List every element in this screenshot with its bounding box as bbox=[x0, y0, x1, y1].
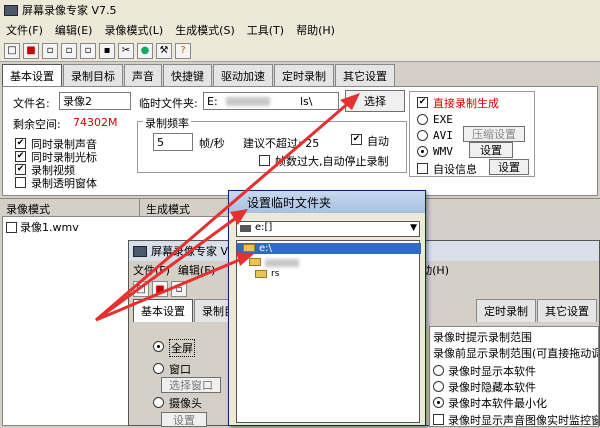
tempdir-input[interactable]: E: ls\ bbox=[203, 92, 339, 110]
pause-icon[interactable]: ▫ bbox=[171, 281, 187, 297]
app-icon bbox=[133, 245, 147, 257]
menu-help[interactable]: 帮助(H) bbox=[290, 22, 341, 38]
tab-scheduled[interactable]: 定时录制 bbox=[274, 64, 334, 86]
menu-file[interactable]: 文件(F) bbox=[133, 262, 170, 278]
minimize-software-radio[interactable] bbox=[433, 397, 444, 408]
folder-item-selected[interactable]: e:\ bbox=[237, 243, 421, 254]
filename-label: 文件名: bbox=[13, 97, 50, 110]
wmv-radio[interactable] bbox=[417, 146, 428, 157]
new-icon[interactable]: □ bbox=[133, 281, 149, 297]
wmv-settings-button[interactable]: 设置 bbox=[469, 142, 513, 158]
record-transparent-checkbox[interactable] bbox=[15, 177, 26, 188]
frame-rate-unit: 帧/秒 bbox=[199, 137, 225, 150]
redacted-path bbox=[226, 97, 270, 106]
dialog-title: 设置临时文件夹 bbox=[229, 191, 425, 213]
menu-record-mode[interactable]: 录像模式(L) bbox=[98, 22, 169, 38]
pause-icon[interactable]: ▫ bbox=[42, 42, 58, 59]
hide-software-radio[interactable] bbox=[433, 381, 444, 392]
stop-icon[interactable]: ▫ bbox=[61, 42, 77, 59]
settings-tabs: 基本设置 录制目标 声音 快捷键 驱动加速 定时录制 其它设置 bbox=[2, 64, 396, 86]
set-temp-folder-dialog: 设置临时文件夹 e:[] ▼ e:\ rs bbox=[228, 190, 426, 426]
menu-edit[interactable]: 编辑(E) bbox=[178, 262, 216, 278]
menu-tools[interactable]: 工具(T) bbox=[241, 22, 290, 38]
camera-icon[interactable]: ▪ bbox=[99, 42, 115, 59]
chevron-down-icon[interactable]: ▼ bbox=[410, 223, 417, 233]
compress-settings-button[interactable]: 压缩设置 bbox=[463, 126, 525, 142]
menu-bar: 文件(F) 编辑(E) 录像模式(L) 生成模式(S) 工具(T) 帮助(H) bbox=[0, 20, 600, 40]
camera-settings-button[interactable]: 设置 bbox=[161, 412, 207, 427]
redacted-folder-name bbox=[265, 259, 299, 267]
folder-item[interactable]: rs bbox=[271, 269, 279, 279]
tab-other[interactable]: 其它设置 bbox=[537, 299, 597, 322]
frame-rate-suggest: 建议不超过: 25 bbox=[243, 137, 320, 150]
monitor-window-checkbox[interactable] bbox=[433, 414, 444, 425]
list-item[interactable]: 录像1.wmv bbox=[3, 217, 231, 237]
tools-icon[interactable]: ⚒ bbox=[156, 42, 172, 59]
choose-window-button[interactable]: 选择窗口 bbox=[161, 377, 221, 393]
toolbar: □ ■ ▫ ▫ ▫ ▪ ✂ ● ⚒ ? bbox=[0, 40, 600, 62]
record-icon[interactable]: ■ bbox=[23, 42, 39, 59]
custom-info-settings-button[interactable]: 设置 bbox=[489, 159, 529, 175]
direct-generate-checkbox[interactable]: ✔ bbox=[417, 97, 428, 108]
tab-other[interactable]: 其它设置 bbox=[335, 64, 395, 86]
free-space-value: 74302M bbox=[73, 116, 118, 129]
record-video-checkbox[interactable]: ✔ bbox=[15, 164, 26, 175]
record-audio-checkbox[interactable]: ✔ bbox=[15, 138, 26, 149]
tab-basic[interactable]: 基本设置 bbox=[2, 64, 62, 86]
auto-stop-checkbox[interactable] bbox=[259, 155, 270, 166]
tab-hotkeys[interactable]: 快捷键 bbox=[163, 64, 212, 86]
camera-radio[interactable] bbox=[153, 397, 164, 408]
new-icon[interactable]: □ bbox=[4, 42, 20, 59]
menu-file[interactable]: 文件(F) bbox=[0, 22, 49, 38]
window-radio[interactable] bbox=[153, 363, 164, 374]
basic-settings-panel: 文件名: 临时文件夹: E: ls\ 选择 剩余空间: 74302M ✔ 同时录… bbox=[2, 86, 598, 196]
tab-record-target[interactable]: 录制目标 bbox=[63, 64, 123, 86]
tab-audio[interactable]: 声音 bbox=[124, 64, 162, 86]
filename-input[interactable] bbox=[59, 92, 131, 110]
choose-folder-button[interactable]: 选择 bbox=[345, 90, 405, 112]
tempdir-label: 临时文件夹: bbox=[139, 97, 198, 110]
other-settings-list: 录像时提示录制范围 录像前显示录制范围(可直接拖动调 录像时显示本软件 录像时隐… bbox=[429, 326, 599, 427]
scissors-icon[interactable]: ✂ bbox=[118, 42, 134, 59]
app-icon bbox=[4, 4, 18, 16]
folder-icon bbox=[249, 258, 261, 266]
exe-radio[interactable] bbox=[417, 114, 428, 125]
frame-rate-title: 录制频率 bbox=[143, 115, 191, 131]
auto-frame-checkbox[interactable]: ✔ bbox=[351, 134, 362, 145]
globe-icon[interactable]: ● bbox=[137, 42, 153, 59]
show-software-radio[interactable] bbox=[433, 365, 444, 376]
file-checkbox[interactable] bbox=[6, 221, 17, 233]
record-mode-header: 录像模式 bbox=[0, 199, 140, 216]
frame-rate-input[interactable] bbox=[153, 133, 193, 151]
folder-icon bbox=[255, 270, 267, 278]
window-title: 屏幕录像专家 V7.5 bbox=[22, 4, 117, 17]
play-icon[interactable]: ▫ bbox=[80, 42, 96, 59]
drive-select[interactable]: e:[] ▼ bbox=[236, 221, 420, 237]
custom-info-checkbox[interactable] bbox=[417, 163, 428, 174]
drive-icon bbox=[240, 225, 251, 232]
menu-edit[interactable]: 编辑(E) bbox=[49, 22, 99, 38]
tab-scheduled[interactable]: 定时录制 bbox=[476, 299, 536, 322]
avi-radio[interactable] bbox=[417, 130, 428, 141]
record-icon[interactable]: ■ bbox=[152, 281, 168, 297]
folder-list[interactable]: e:\ rs bbox=[236, 240, 421, 423]
help-icon[interactable]: ? bbox=[175, 42, 191, 59]
menu-generate-mode[interactable]: 生成模式(S) bbox=[169, 22, 241, 38]
record-cursor-checkbox[interactable]: ✔ bbox=[15, 151, 26, 162]
title-bar: 屏幕录像专家 V7.5 bbox=[0, 0, 600, 20]
tab-driver[interactable]: 驱动加速 bbox=[213, 64, 273, 86]
open-folder-icon bbox=[243, 244, 255, 252]
free-space-label: 剩余空间: bbox=[13, 118, 61, 131]
second-window-title: 屏幕录像专家 V bbox=[151, 245, 229, 258]
tab-basic[interactable]: 基本设置 bbox=[133, 299, 193, 322]
fullscreen-radio[interactable] bbox=[153, 341, 164, 352]
